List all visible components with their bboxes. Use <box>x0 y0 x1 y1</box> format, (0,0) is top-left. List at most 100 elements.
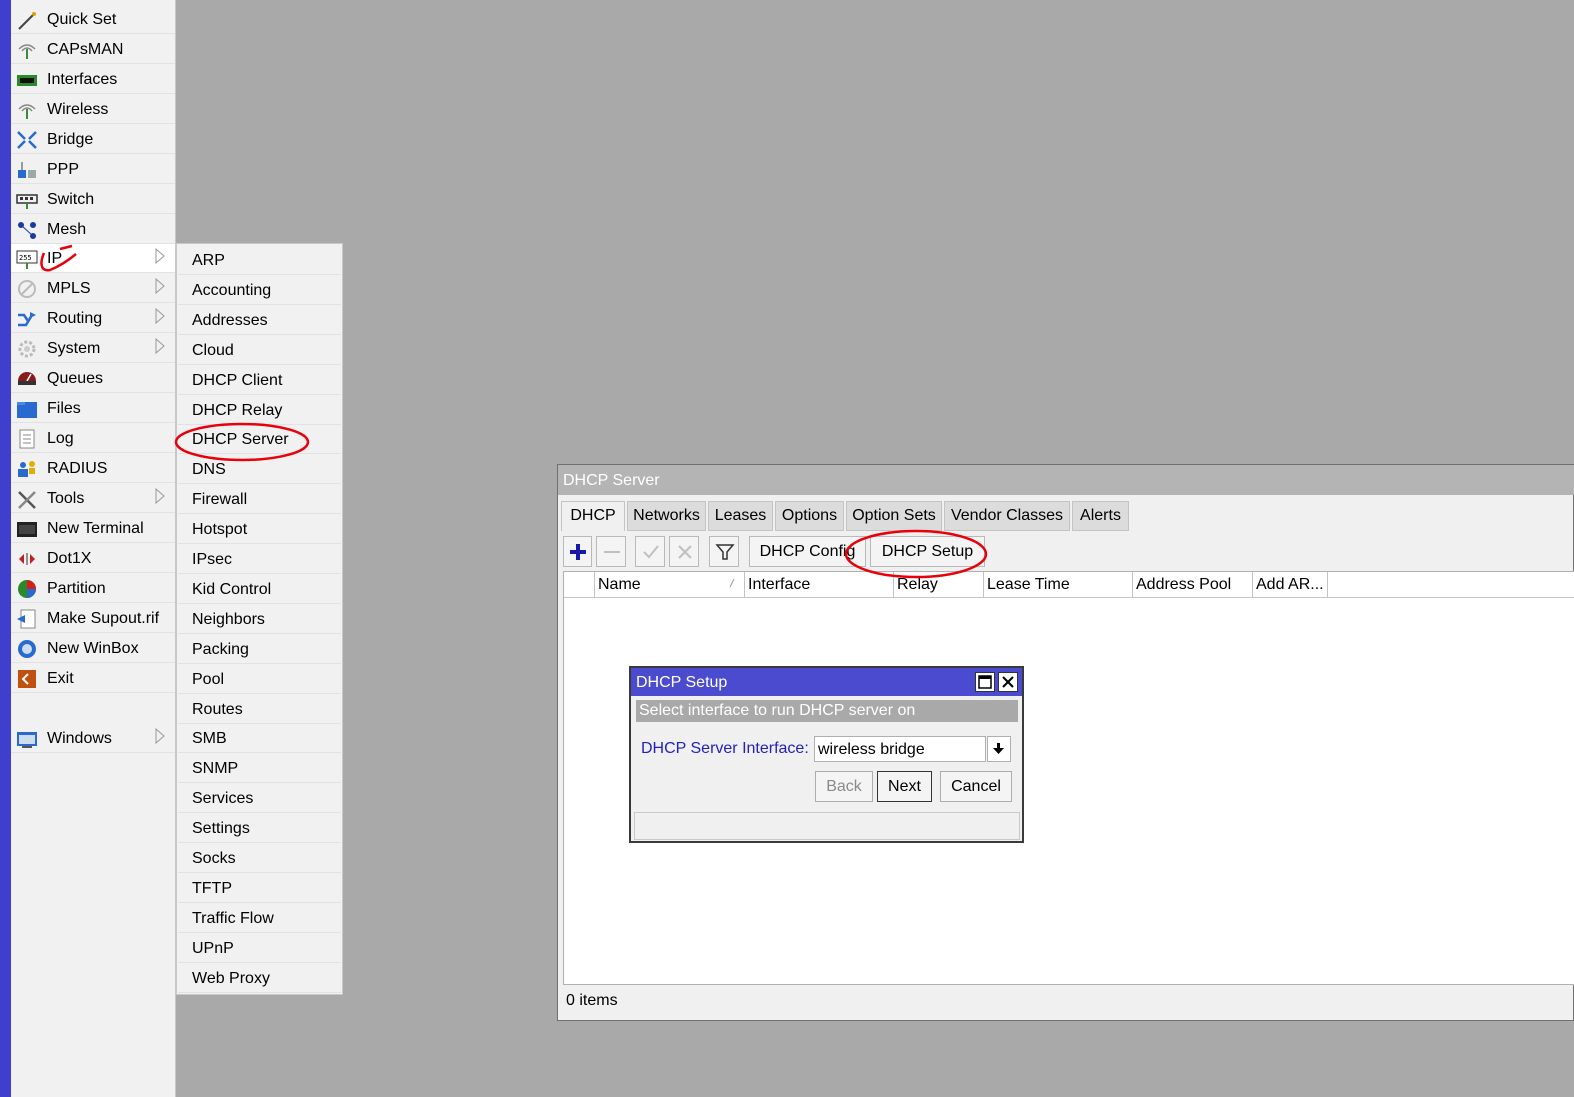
menu-item-queues[interactable]: Queues <box>11 364 175 393</box>
menu-item-routing[interactable]: Routing <box>11 304 175 333</box>
menu-item-system[interactable]: System <box>11 334 175 363</box>
tab-label: DHCP <box>570 507 616 524</box>
column-header-interface[interactable]: Interface <box>745 572 894 598</box>
menu-item-windows[interactable]: Windows <box>11 724 175 753</box>
submenu-item-hotspot[interactable]: Hotspot <box>178 515 341 545</box>
menu-item-capsman[interactable]: CAPsMAN <box>11 35 175 64</box>
button-label: Next <box>888 778 921 795</box>
submenu-item-arp[interactable]: ARP <box>178 246 341 275</box>
submenu-item-web-proxy[interactable]: Web Proxy <box>178 964 341 993</box>
submenu-item-ipsec[interactable]: IPsec <box>178 545 341 574</box>
menu-item-label: Interfaces <box>47 71 118 88</box>
submenu-item-dhcp-client[interactable]: DHCP Client <box>178 366 341 395</box>
tab-vendor-classes[interactable]: Vendor Classes <box>944 501 1070 531</box>
menu-item-new-winbox[interactable]: New WinBox <box>11 634 175 663</box>
menu-item-mesh[interactable]: Mesh <box>11 215 175 244</box>
winbox-icon <box>18 640 36 658</box>
mesh-icon <box>18 222 36 239</box>
disable-button[interactable] <box>669 536 699 567</box>
submenu-item-accounting[interactable]: Accounting <box>178 276 341 305</box>
submenu-item-services[interactable]: Services <box>178 784 341 814</box>
maximize-icon <box>978 675 992 689</box>
tab-dhcp[interactable]: DHCP <box>561 501 625 531</box>
back-button[interactable]: Back <box>815 771 873 802</box>
menu-item-files[interactable]: Files <box>11 394 175 423</box>
submenu-item-kid-control[interactable]: Kid Control <box>178 575 341 604</box>
submenu-item-upnp[interactable]: UPnP <box>178 934 341 963</box>
submenu-item-smb[interactable]: SMB <box>178 724 341 754</box>
submenu-item-cloud[interactable]: Cloud <box>178 336 341 365</box>
menu-item-tools[interactable]: Tools <box>11 484 175 513</box>
menu-item-ip[interactable]: 255 IP <box>11 244 175 273</box>
tab-leases[interactable]: Leases <box>708 501 773 531</box>
menu-item-switch[interactable]: Switch <box>11 185 175 214</box>
menu-item-quick-set[interactable]: Quick Set <box>11 5 175 34</box>
exit-icon <box>18 670 36 688</box>
submenu-item-packing[interactable]: Packing <box>178 635 341 664</box>
tab-options[interactable]: Options <box>775 501 844 531</box>
menu-item-log[interactable]: Log <box>11 424 175 453</box>
remove-button[interactable] <box>596 536 626 567</box>
menu-item-label: RADIUS <box>47 460 108 477</box>
tab-networks[interactable]: Networks <box>627 501 706 531</box>
menu-item-exit[interactable]: Exit <box>11 664 175 693</box>
menu-item-mpls[interactable]: MPLS <box>11 274 175 303</box>
submenu-item-snmp[interactable]: SNMP <box>178 754 341 784</box>
menu-item-bridge[interactable]: Bridge <box>11 125 175 154</box>
mpls-icon <box>18 280 36 298</box>
log-icon <box>19 429 35 449</box>
button-label: DHCP Config <box>759 543 856 560</box>
add-button[interactable] <box>563 536 592 567</box>
column-header-name[interactable]: Name <box>595 572 745 598</box>
window-titlebar[interactable]: DHCP Server <box>558 465 1574 495</box>
tab-alerts[interactable]: Alerts <box>1072 501 1129 531</box>
menu-item-label: Mesh <box>47 221 87 238</box>
interface-select[interactable]: wireless bridge <box>814 736 986 762</box>
interface-dropdown-button[interactable] <box>987 736 1011 762</box>
menu-item-label: New Terminal <box>47 520 144 537</box>
tab-option-sets[interactable]: Option Sets <box>846 501 942 531</box>
menu-item-label: Wireless <box>47 101 109 118</box>
submenu-item-firewall[interactable]: Firewall <box>178 485 341 515</box>
submenu-item-routes[interactable]: Routes <box>178 695 341 724</box>
column-header-relay[interactable]: Relay <box>894 572 984 598</box>
column-header-add-arp[interactable]: Add AR... <box>1253 572 1328 598</box>
menu-item-wireless[interactable]: Wireless <box>11 95 175 124</box>
dhcp-setup-button[interactable]: DHCP Setup <box>870 536 985 567</box>
menu-item-radius[interactable]: RADIUS <box>11 454 175 483</box>
maximize-button[interactable] <box>975 672 995 692</box>
submenu-item-label: Traffic Flow <box>192 909 274 927</box>
filter-button[interactable] <box>709 536 739 567</box>
next-button[interactable]: Next <box>877 771 932 802</box>
enable-button[interactable] <box>635 536 665 567</box>
menu-item-new-terminal[interactable]: New Terminal <box>11 514 175 543</box>
submenu-item-neighbors[interactable]: Neighbors <box>178 605 341 634</box>
submenu-item-settings[interactable]: Settings <box>178 814 341 844</box>
antenna-icon <box>18 104 36 119</box>
dhcp-config-button[interactable]: DHCP Config <box>749 536 866 567</box>
close-button[interactable] <box>998 672 1018 692</box>
submenu-item-tftp[interactable]: TFTP <box>178 874 341 903</box>
submenu-item-dhcp-relay[interactable]: DHCP Relay <box>178 396 341 425</box>
column-header-address-pool[interactable]: Address Pool <box>1133 572 1253 598</box>
submenu-item-pool[interactable]: Pool <box>178 665 341 694</box>
menu-item-label: PPP <box>47 161 80 178</box>
column-label: Relay <box>897 576 938 593</box>
menu-item-partition[interactable]: Partition <box>11 574 175 603</box>
submenu-item-addresses[interactable]: Addresses <box>178 306 341 335</box>
menu-item-make-supout-rif[interactable]: Make Supout.rif <box>11 604 175 633</box>
menu-item-dot1x[interactable]: Dot1X <box>11 544 175 573</box>
menu-item-interfaces[interactable]: Interfaces <box>11 65 175 94</box>
submenu-item-dns[interactable]: DNS <box>178 455 341 485</box>
dialog-status-bar <box>634 812 1020 840</box>
submenu-item-traffic-flow[interactable]: Traffic Flow <box>178 904 341 933</box>
menu-item-ppp[interactable]: PPP <box>11 155 175 184</box>
bridge-icon <box>17 131 37 149</box>
submenu-item-socks[interactable]: Socks <box>178 844 341 873</box>
submenu-arrow-icon <box>155 277 165 295</box>
cancel-button[interactable]: Cancel <box>940 771 1012 802</box>
column-label: Address Pool <box>1136 576 1232 593</box>
dialog-titlebar[interactable]: DHCP Setup <box>631 668 1022 696</box>
submenu-item-dhcp-server[interactable]: DHCP Server <box>178 425 341 455</box>
column-header-lease-time[interactable]: Lease Time <box>984 572 1133 598</box>
